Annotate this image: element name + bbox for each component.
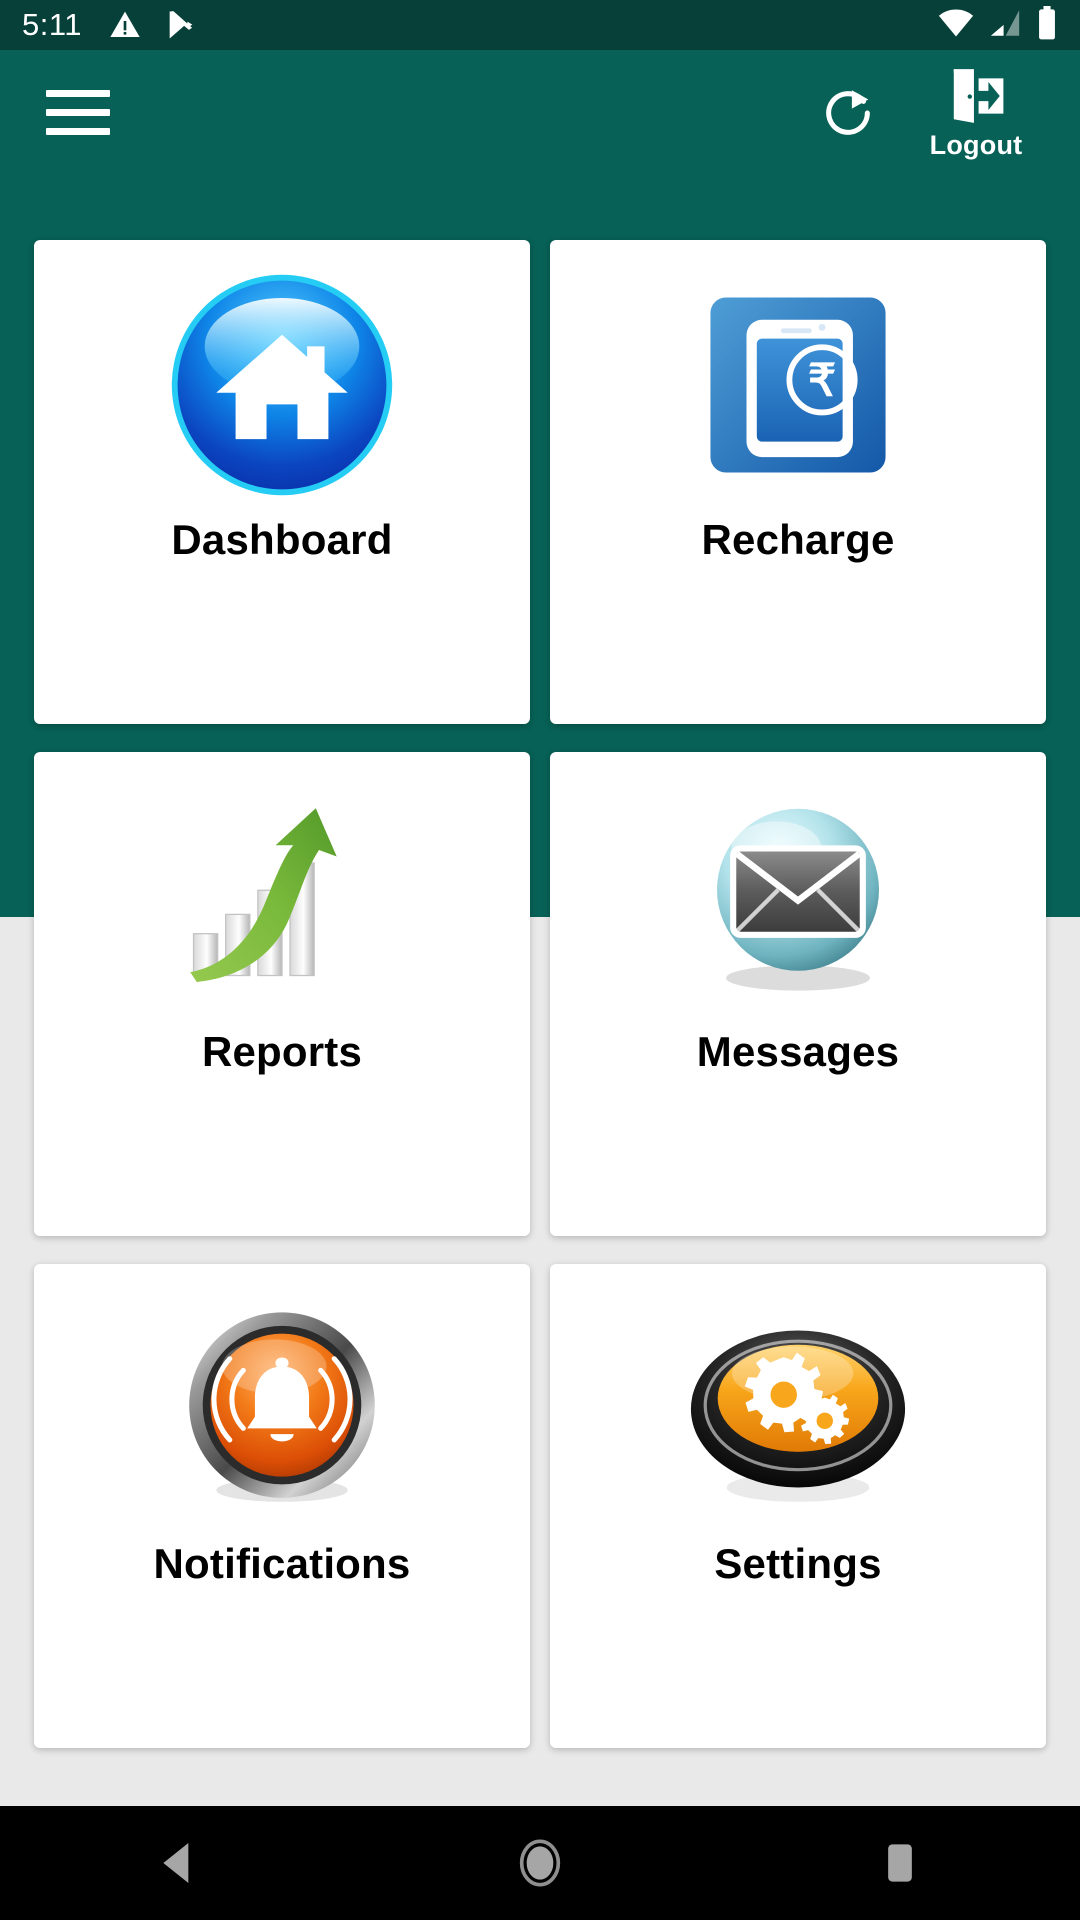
tile-messages[interactable]: Messages xyxy=(550,752,1046,1236)
tile-settings[interactable]: Settings xyxy=(550,1264,1046,1748)
logout-door-icon xyxy=(945,65,1007,132)
dashboard-tile-grid: Dashboard ₹ Recharge Reports Messages No… xyxy=(0,240,1080,1748)
tile-label-dashboard: Dashboard xyxy=(171,516,393,563)
warning-triangle-icon xyxy=(108,9,142,41)
tile-label-notifications: Notifications xyxy=(153,1540,411,1587)
status-bar-clock: 5:11 xyxy=(22,7,83,42)
tile-notifications[interactable]: Notifications xyxy=(34,1264,530,1748)
svg-text:₹: ₹ xyxy=(808,355,836,405)
bell-icon xyxy=(34,1264,530,1554)
logout-button[interactable]: Logout xyxy=(906,65,1046,161)
growth-chart-arrow-icon xyxy=(34,752,530,1042)
play-store-icon xyxy=(164,8,198,42)
menu-bar-1 xyxy=(46,90,110,97)
menu-bar-3 xyxy=(46,128,110,135)
status-bar: 5:11 xyxy=(0,0,1080,50)
tile-recharge[interactable]: ₹ Recharge xyxy=(550,240,1046,724)
android-navigation-bar xyxy=(0,1806,1080,1920)
tile-dashboard[interactable]: Dashboard xyxy=(34,240,530,724)
cellular-signal-icon xyxy=(988,8,1022,43)
app-bar: Logout xyxy=(0,50,1080,175)
tile-reports[interactable]: Reports xyxy=(34,752,530,1236)
status-bar-right-icons xyxy=(938,5,1058,45)
gears-icon xyxy=(550,1264,1046,1554)
home-icon xyxy=(34,240,530,530)
back-triangle-icon[interactable] xyxy=(120,1806,240,1920)
tile-label-recharge: Recharge xyxy=(701,516,895,563)
recents-square-icon[interactable] xyxy=(840,1806,960,1920)
wifi-icon xyxy=(938,8,974,43)
hamburger-menu-icon[interactable] xyxy=(46,85,116,141)
tile-label-messages: Messages xyxy=(696,1028,900,1075)
logout-label: Logout xyxy=(929,129,1023,160)
mobile-rupee-icon: ₹ xyxy=(550,240,1046,530)
battery-icon xyxy=(1036,5,1058,45)
envelope-icon xyxy=(550,752,1046,1042)
refresh-icon[interactable] xyxy=(816,81,880,145)
tile-label-settings: Settings xyxy=(714,1540,882,1587)
menu-bar-2 xyxy=(46,109,110,116)
tile-label-reports: Reports xyxy=(201,1028,363,1075)
home-circle-icon[interactable] xyxy=(480,1806,600,1920)
